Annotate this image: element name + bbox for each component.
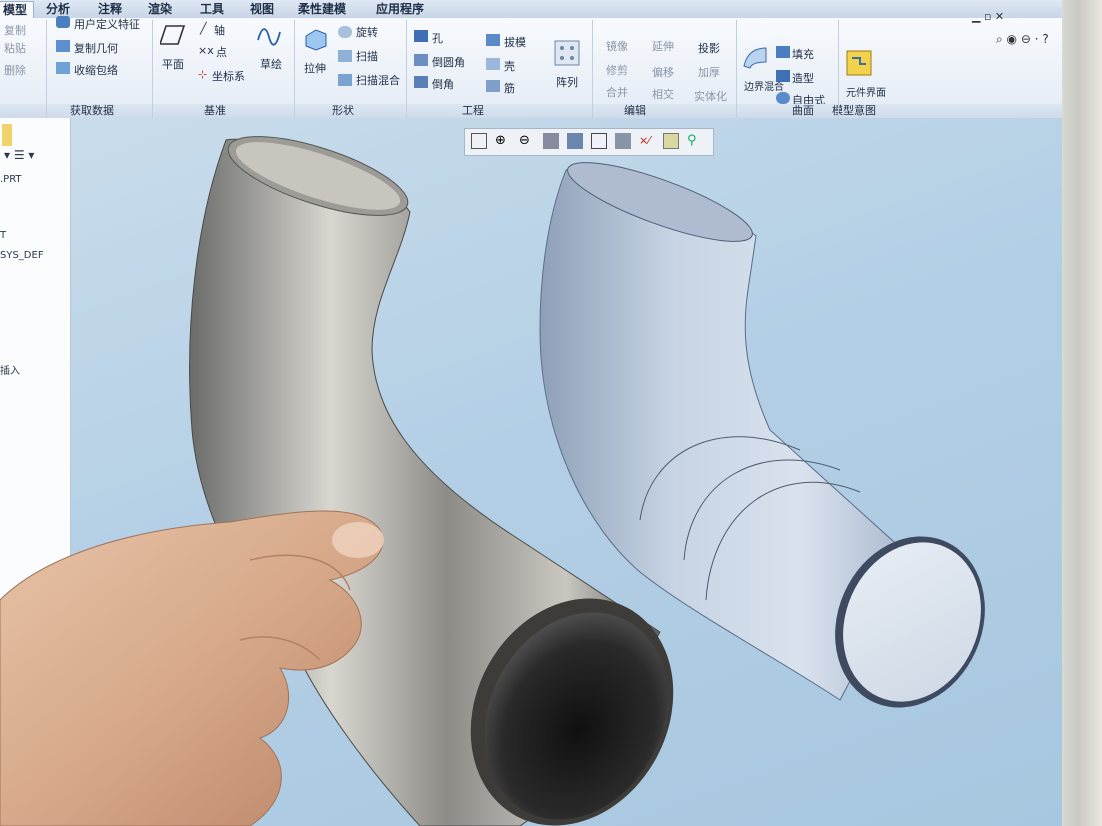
photo-of-monitor: 模型 分析 注释 渲染 工具 视图 柔性建模 应用程序 复制 粘贴 删除 用户定…	[0, 0, 1102, 826]
physical-pipe-photo	[0, 136, 674, 826]
monitor-bezel	[1062, 0, 1102, 826]
creo-window: 模型 分析 注释 渲染 工具 视图 柔性建模 应用程序 复制 粘贴 删除 用户定…	[0, 0, 1068, 826]
